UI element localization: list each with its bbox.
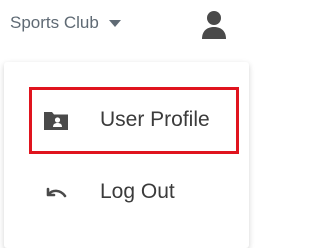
user-menu-button[interactable]	[200, 9, 228, 41]
user-dropdown-menu: User Profile Log Out	[4, 62, 249, 248]
caret-down-icon	[108, 19, 121, 27]
top-bar: Sports Club	[0, 0, 249, 50]
club-selector[interactable]: Sports Club	[10, 13, 121, 33]
menu-item-user-profile[interactable]: User Profile	[4, 90, 249, 150]
club-name: Sports Club	[10, 13, 99, 32]
menu-item-label: User Profile	[100, 108, 210, 131]
id-card-folder-icon	[44, 112, 68, 130]
undo-arrow-icon	[46, 187, 67, 198]
person-icon	[202, 11, 226, 39]
menu-item-log-out[interactable]: Log Out	[4, 162, 249, 222]
menu-item-label: Log Out	[100, 180, 175, 203]
